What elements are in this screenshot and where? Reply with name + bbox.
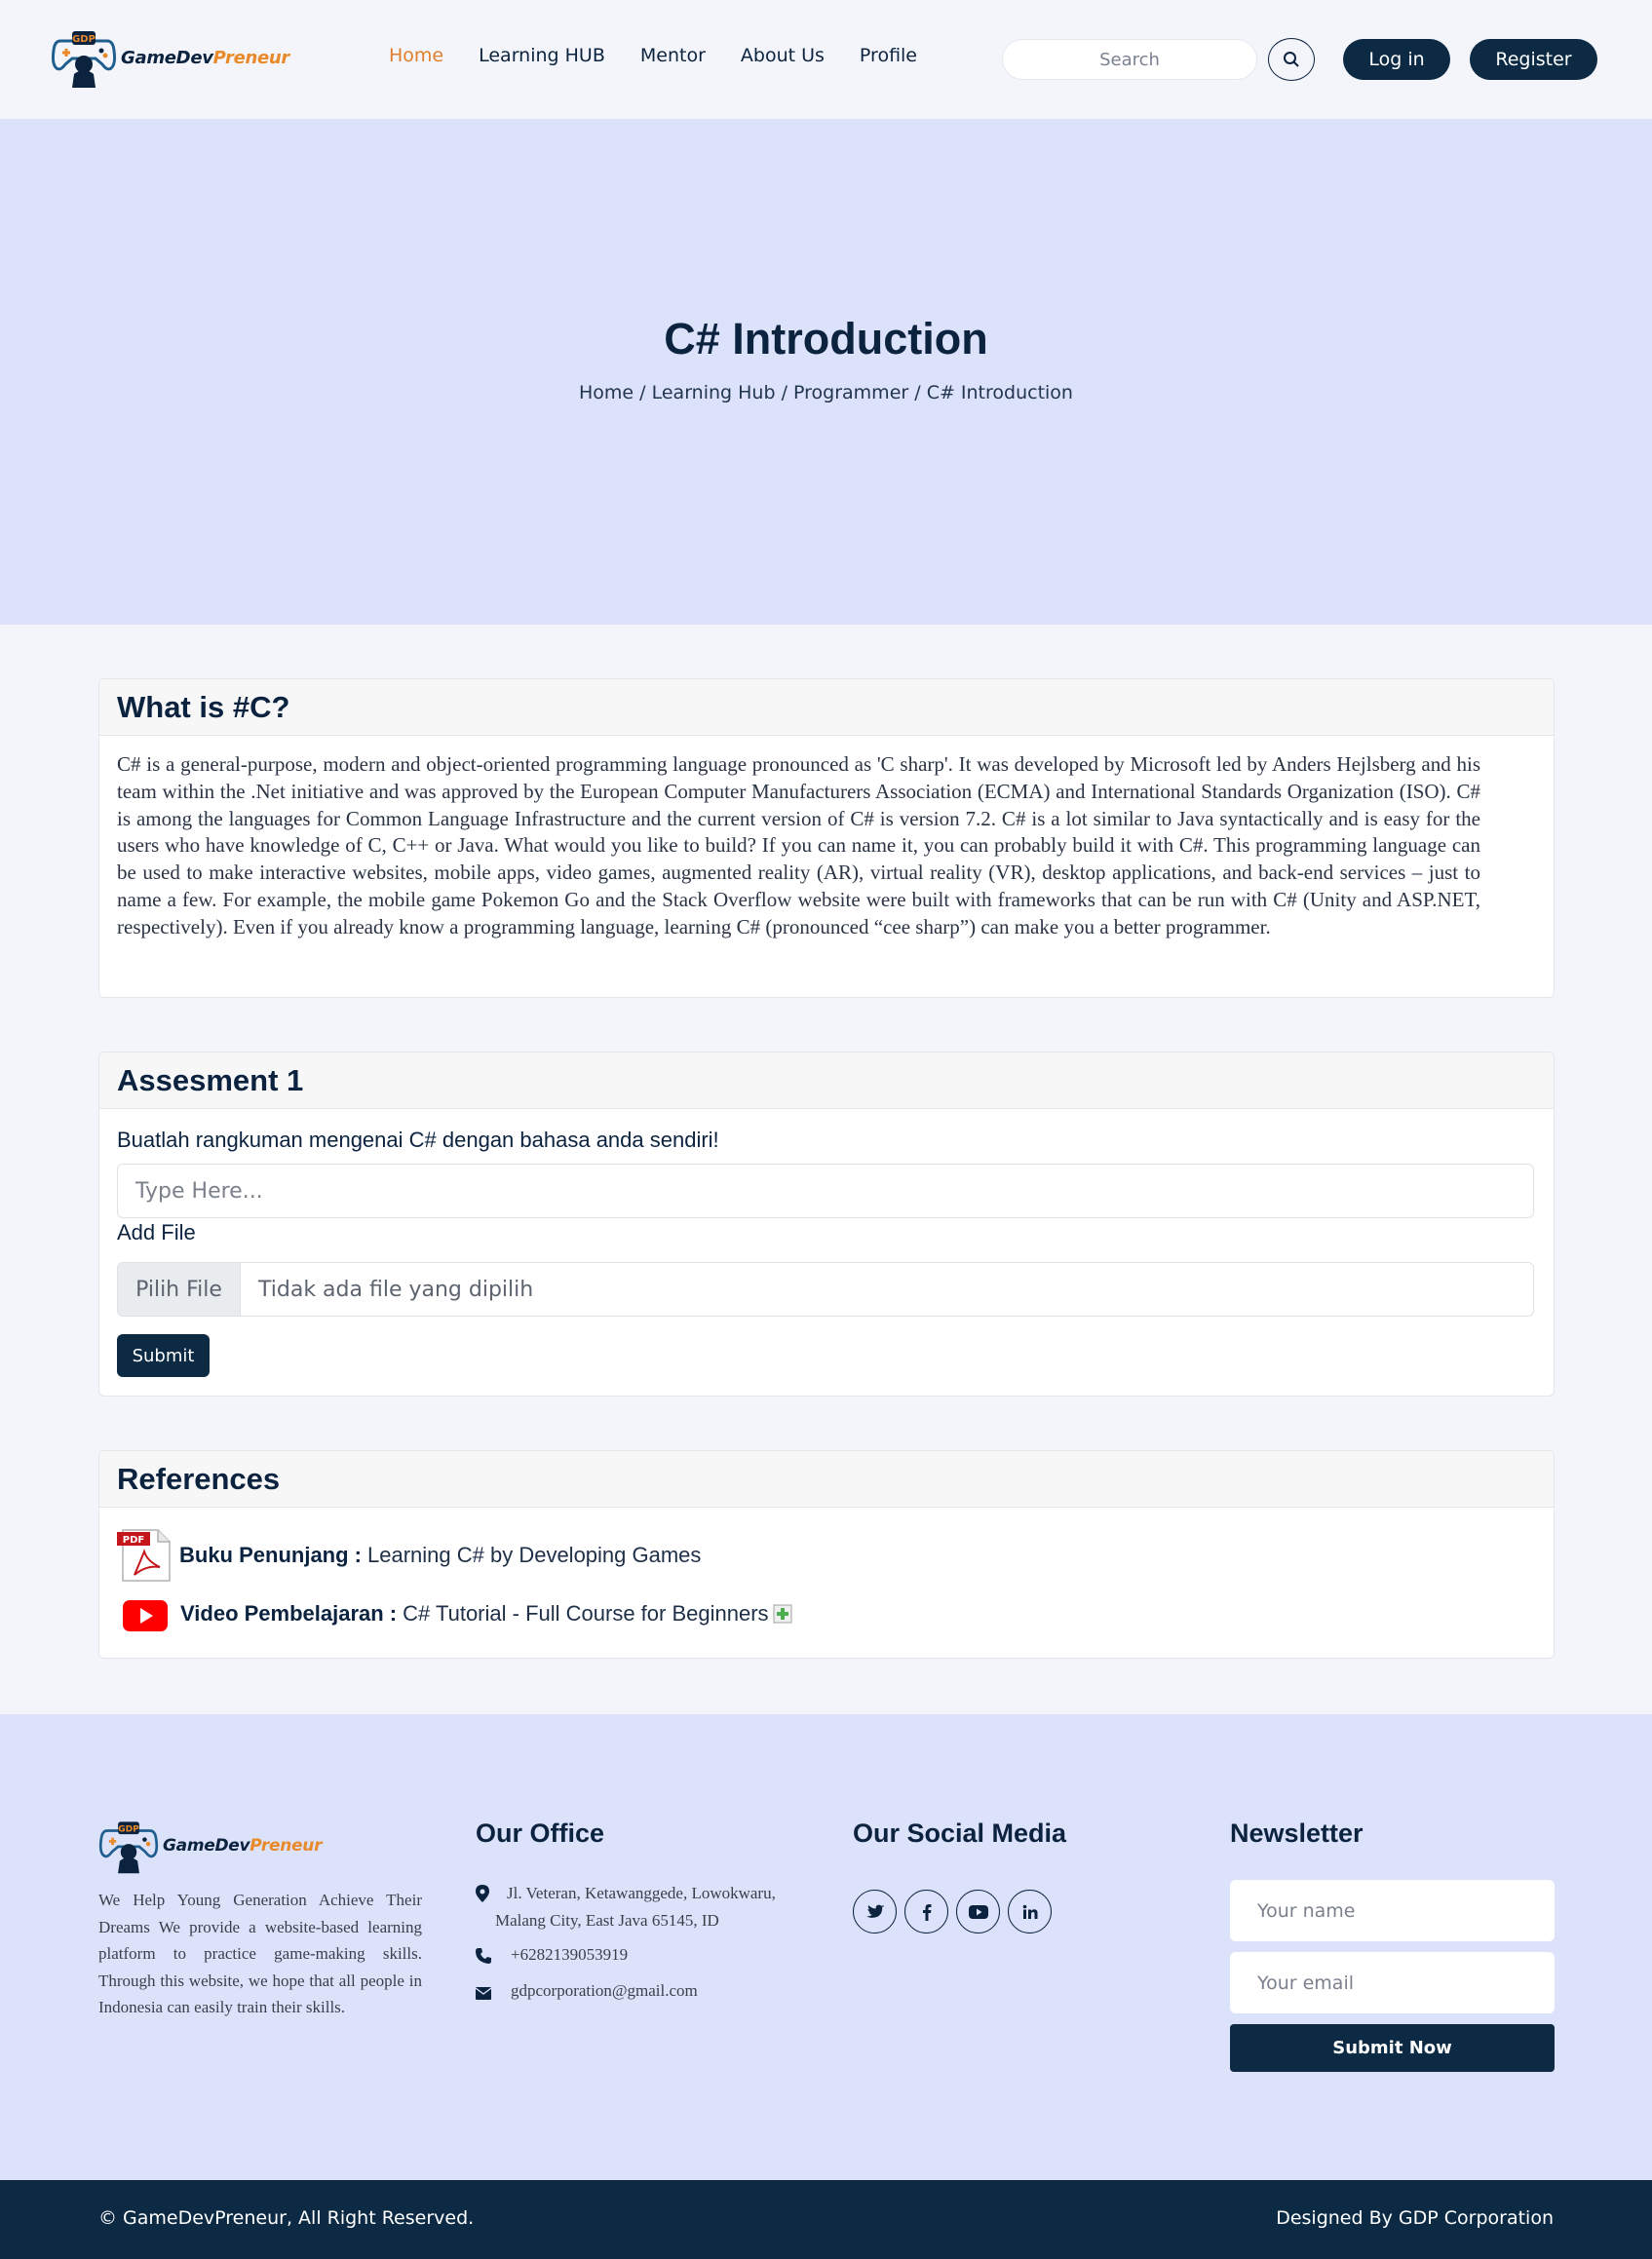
submit-button[interactable]: Submit: [117, 1334, 210, 1377]
search-icon: [1284, 52, 1299, 67]
brand-logo[interactable]: GDP GameDevPreneur: [51, 27, 289, 88]
social-heading: Our Social Media: [853, 1819, 1067, 1848]
assessment-card-header: Assesment 1: [99, 1053, 1554, 1109]
facebook-button[interactable]: [904, 1890, 948, 1934]
nav-home[interactable]: Home: [389, 45, 443, 66]
gamepad-logo-icon: GDP: [51, 31, 117, 88]
answer-input[interactable]: [117, 1164, 1534, 1218]
breadcrumb-separator: /: [634, 382, 652, 403]
intro-heading: What is #C?: [117, 689, 290, 724]
linkedin-icon: [1022, 1904, 1037, 1919]
newsletter-submit-button[interactable]: Submit Now: [1230, 2024, 1555, 2072]
logo-badge-text: GDP: [72, 34, 96, 45]
choose-file-button[interactable]: Pilih File: [118, 1263, 241, 1316]
reference-label: Buku Penunjang :: [179, 1543, 362, 1567]
gamepad-logo-icon: GDP: [98, 1821, 159, 1874]
linkedin-button[interactable]: [1008, 1890, 1052, 1934]
references-card-header: References: [99, 1451, 1554, 1508]
login-button[interactable]: Log in: [1343, 39, 1450, 80]
footer-logo[interactable]: GDP GameDevPreneur: [98, 1818, 322, 1874]
youtube-icon: [123, 1600, 168, 1631]
breadcrumb-learning-hub[interactable]: Learning Hub: [652, 382, 776, 403]
breadcrumb: Home / Learning Hub / Programmer / C# In…: [0, 382, 1652, 403]
search-input[interactable]: [1002, 39, 1257, 80]
copyright-text: © GameDevPreneur, All Right Reserved.: [98, 2207, 475, 2229]
envelope-icon: [475, 1977, 511, 2009]
embed-plugin-icon: [773, 1604, 792, 1624]
youtube-button[interactable]: [956, 1890, 1000, 1934]
assessment-card: Assesment 1 Buatlah rangkuman mengenai C…: [98, 1052, 1555, 1397]
footer-about-text: We Help Young Generation Achieve Their D…: [98, 1891, 422, 2017]
hero-banner: C# Introduction Home / Learning Hub / Pr…: [0, 119, 1652, 625]
reference-link-video[interactable]: C# Tutorial - Full Course for Beginners: [403, 1601, 768, 1627]
breadcrumb-separator: /: [908, 382, 927, 403]
phone-icon: [476, 1941, 511, 1972]
breadcrumb-separator: /: [775, 382, 794, 403]
facebook-icon: [922, 1903, 931, 1921]
brand-name: GameDevPreneur: [163, 1836, 323, 1856]
nav-profile[interactable]: Profile: [860, 45, 917, 66]
intro-card: What is #C? C# is a general-purpose, mod…: [98, 678, 1555, 998]
footer: GDP GameDevPreneur We Help Young Generat…: [0, 1714, 1652, 2180]
office-phone-text: +6282139053919: [511, 1945, 629, 1964]
pdf-icon: PDF: [117, 1529, 171, 1582]
reference-item-book: PDF Buku Penunjang : Learning C# by Deve…: [117, 1528, 701, 1583]
twitter-button[interactable]: [853, 1890, 897, 1934]
register-button[interactable]: Register: [1470, 39, 1597, 80]
office-email: gdpcorporation@gmail.com: [475, 1977, 698, 2009]
newsletter-heading: Newsletter: [1230, 1819, 1364, 1848]
breadcrumb-home[interactable]: Home: [579, 382, 634, 403]
navbar: GDP GameDevPreneur Home Learning HUB Men…: [0, 0, 1652, 119]
reference-link-book[interactable]: Learning C# by Developing Games: [367, 1543, 701, 1568]
logo-badge-text: GDP: [118, 1824, 139, 1834]
svg-text:PDF: PDF: [123, 1535, 144, 1546]
brand-name: GameDevPreneur: [121, 47, 290, 68]
add-file-label: Add File: [117, 1220, 196, 1244]
office-email-text: gdpcorporation@gmail.com: [511, 1981, 698, 2000]
reference-item-video: Video Pembelajaran : C# Tutorial - Full …: [117, 1596, 792, 1631]
main-nav: Home Learning HUB Mentor About Us Profil…: [389, 45, 952, 66]
nav-mentor[interactable]: Mentor: [640, 45, 706, 66]
office-address: Jl. Veteran, Ketawanggede, Lowokwaru, Ma…: [476, 1880, 826, 1934]
references-heading: References: [117, 1461, 281, 1496]
copyright-bar: © GameDevPreneur, All Right Reserved. De…: [0, 2180, 1652, 2259]
office-address-text: Jl. Veteran, Ketawanggede, Lowokwaru, Ma…: [495, 1884, 776, 1930]
intro-body: C# is a general-purpose, modern and obje…: [117, 752, 1480, 938]
designed-by-text[interactable]: Designed By GDP Corporation: [1276, 2207, 1554, 2229]
reference-label: Video Pembelajaran :: [180, 1601, 398, 1626]
references-card: References PDF Buku Penunjang : Learning…: [98, 1450, 1555, 1659]
assessment-heading: Assesment 1: [117, 1062, 304, 1097]
breadcrumb-programmer[interactable]: Programmer: [793, 382, 908, 403]
file-status: Tidak ada file yang dipilih: [258, 1277, 534, 1302]
newsletter-name-input[interactable]: [1230, 1880, 1555, 1941]
social-links: [853, 1890, 1052, 1934]
assessment-prompt: Buatlah rangkuman mengenai C# dengan bah…: [117, 1128, 719, 1152]
nav-learning-hub[interactable]: Learning HUB: [479, 45, 605, 66]
newsletter-email-input[interactable]: [1230, 1952, 1555, 2013]
office-heading: Our Office: [476, 1819, 605, 1848]
breadcrumb-current: C# Introduction: [926, 382, 1073, 403]
youtube-icon: [968, 1904, 988, 1919]
intro-card-header: What is #C?: [99, 679, 1554, 736]
file-input[interactable]: Pilih File Tidak ada file yang dipilih: [117, 1262, 1534, 1317]
office-phone: +6282139053919: [476, 1941, 628, 1972]
search-button[interactable]: [1268, 38, 1315, 81]
page-title: C# Introduction: [664, 314, 988, 364]
twitter-icon: [865, 1904, 884, 1918]
nav-about-us[interactable]: About Us: [741, 45, 825, 66]
